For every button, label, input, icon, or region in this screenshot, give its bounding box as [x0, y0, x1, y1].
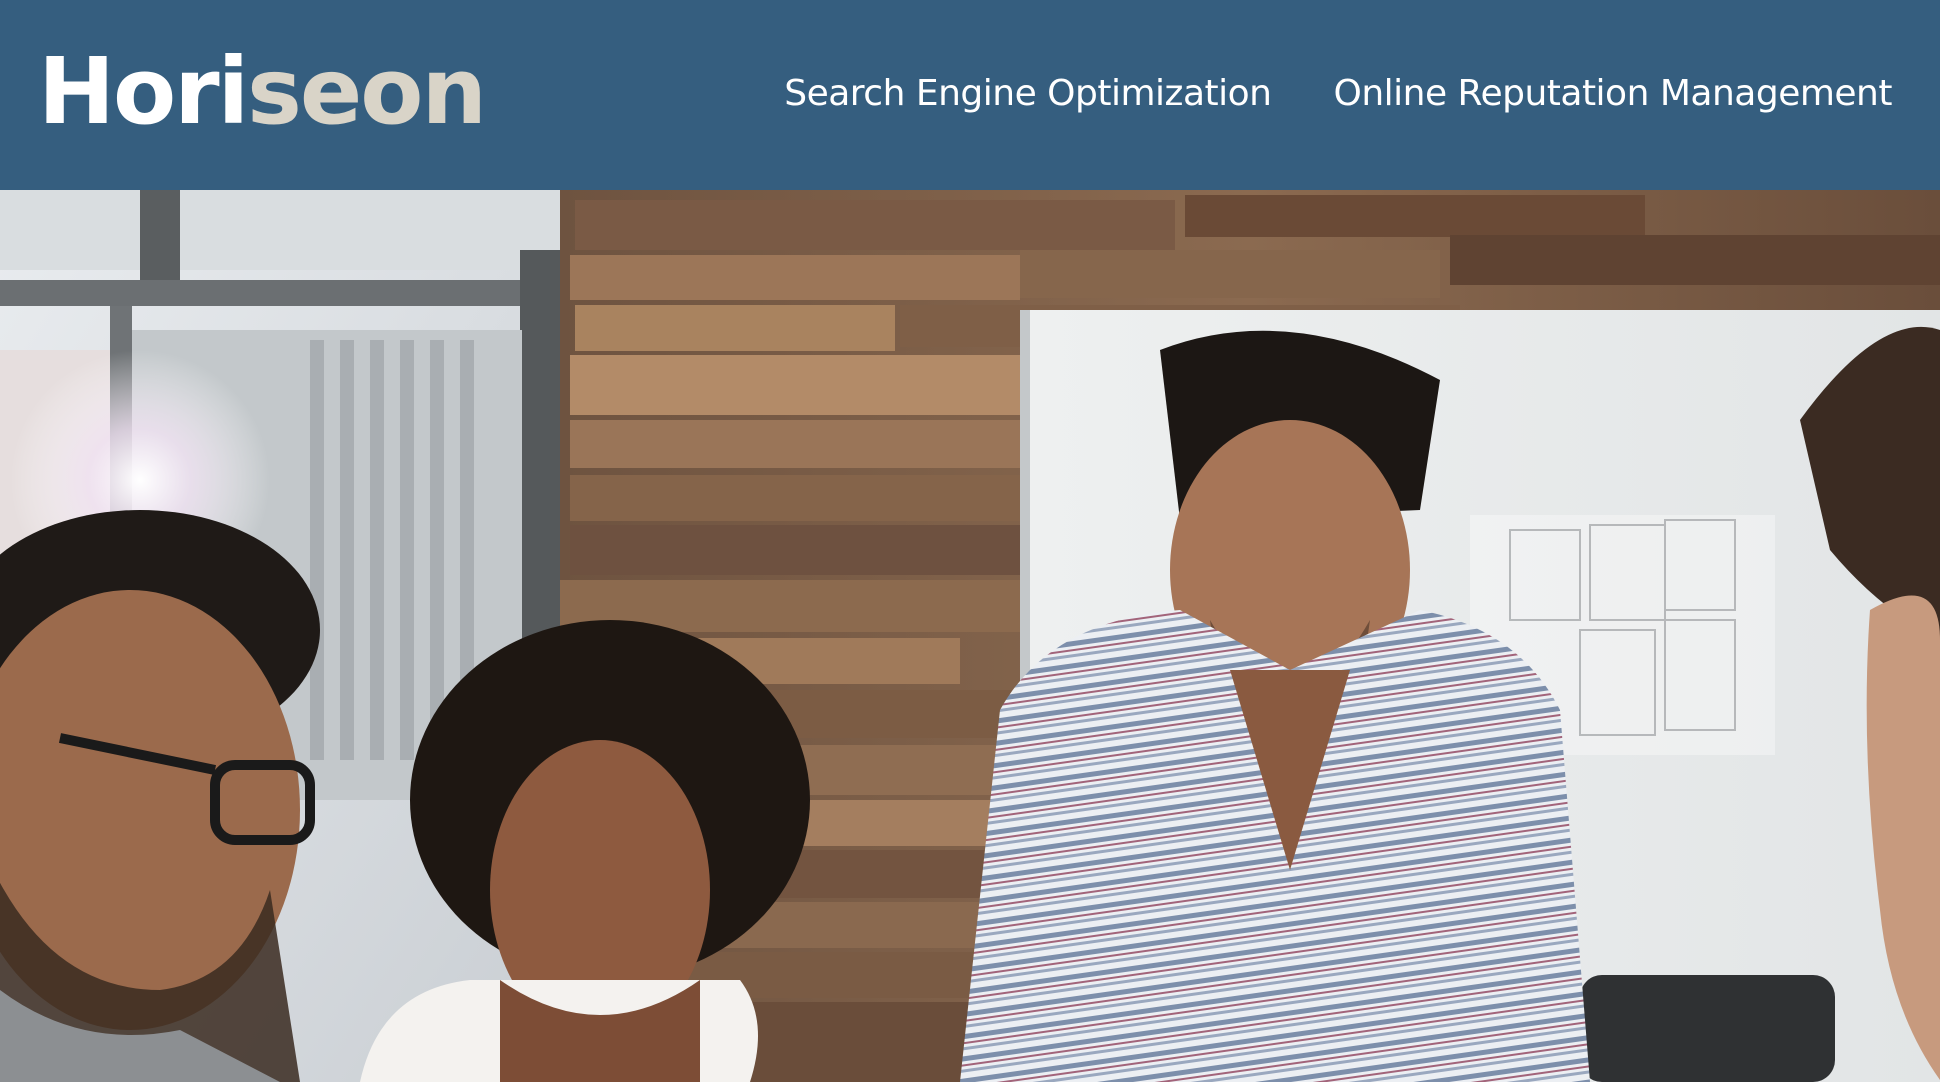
site-header: Horiseon Search Engine Optimization Onli…: [0, 0, 1940, 190]
logo-text-accent: seon: [247, 38, 487, 145]
hero-image: [0, 190, 1940, 1082]
nav-link-reputation[interactable]: Online Reputation Management: [1333, 73, 1892, 114]
page: Horiseon Search Engine Optimization Onli…: [0, 0, 1940, 1082]
logo-text-main: Hori: [38, 38, 249, 145]
team-meeting-photo: [0, 190, 1940, 1082]
logo[interactable]: Horiseon: [38, 46, 487, 138]
main-nav: Search Engine Optimization Online Reputa…: [784, 73, 1892, 114]
nav-link-seo[interactable]: Search Engine Optimization: [784, 73, 1272, 114]
